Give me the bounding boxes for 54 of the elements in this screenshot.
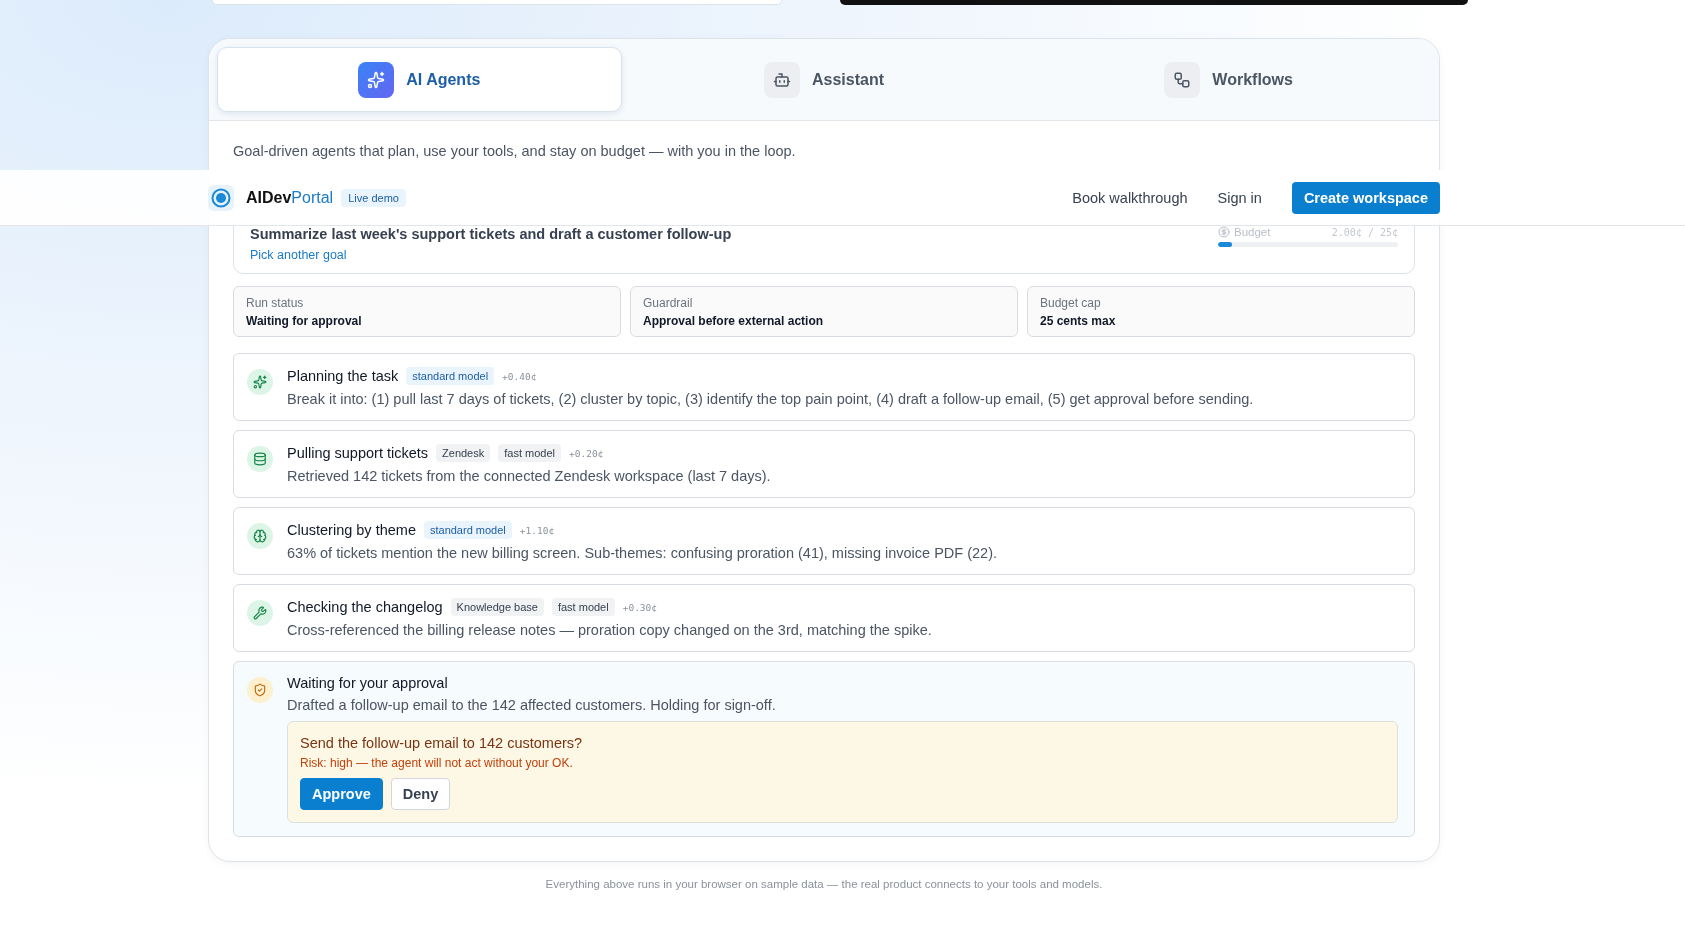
step-tag: fast model bbox=[498, 444, 561, 462]
coin-icon bbox=[1218, 226, 1230, 238]
step-text: Drafted a follow-up email to the 142 affected customers. Holding for sign-off. bbox=[287, 697, 777, 713]
tab[interactable]: AI Agents bbox=[217, 47, 622, 112]
tab[interactable]: Workflows bbox=[1026, 47, 1431, 112]
step-tag: standard model bbox=[406, 367, 495, 385]
budget-value: 2.00¢ / 25¢ bbox=[1331, 226, 1398, 238]
step-tag: Knowledge base bbox=[450, 598, 544, 616]
step-title: Clustering by theme bbox=[287, 522, 416, 538]
status-value: Waiting for approval bbox=[246, 314, 363, 328]
wrench-icon bbox=[247, 600, 273, 626]
status-label: Guardrail bbox=[643, 296, 694, 310]
step-text: Cross-referenced the billing release notes — proration copy changed on the 3rd, matching the spike. bbox=[287, 622, 933, 638]
footer-note: Everything above runs in your browser on sample data — the real product connects to your tools and models. bbox=[544, 878, 1104, 890]
description: Goal-driven agents that plan, use your tools, and stay on budget — with you in the loop. bbox=[233, 143, 797, 159]
shield-check-icon bbox=[247, 677, 273, 703]
database-icon bbox=[247, 446, 273, 472]
step-tag: Zendesk bbox=[436, 444, 491, 462]
status-label: Run status bbox=[246, 296, 305, 310]
robot-icon bbox=[763, 61, 800, 98]
sparkle-icon bbox=[247, 369, 273, 395]
step-tag: standard model bbox=[423, 521, 512, 539]
pick-goal-link[interactable]: Pick another goal bbox=[250, 248, 347, 262]
step-title: Pulling support tickets bbox=[287, 445, 429, 461]
approve-button[interactable]: Approve bbox=[300, 778, 383, 810]
step-cost: +0.20¢ bbox=[569, 447, 604, 459]
status-value: 25 cents max bbox=[1040, 314, 1117, 328]
status-label: Budget cap bbox=[1040, 296, 1102, 310]
step-text: Retrieved 142 tickets from the connected Zendesk workspace (last 7 days). bbox=[287, 468, 772, 484]
risk-note: Risk: high — the agent will not act without your OK. bbox=[300, 756, 574, 770]
deny-button[interactable]: Deny bbox=[390, 778, 451, 810]
logo-icon bbox=[208, 184, 234, 211]
step-text: Break it into: (1) pull last 7 days of tickets, (2) cluster by topic, (3) identify the top pain point, (4) draft a follow-up email, (5) get approval before sending. bbox=[287, 391, 1255, 407]
sparkle-icon bbox=[358, 61, 395, 98]
nav-link[interactable]: Book walkthrough bbox=[1072, 189, 1188, 206]
step-cost: +0.40¢ bbox=[502, 370, 537, 382]
step-tag: fast model bbox=[551, 598, 615, 616]
step-title: Planning the task bbox=[287, 368, 399, 384]
step-cost: +1.10¢ bbox=[519, 524, 555, 536]
live-demo-badge: Live demo bbox=[341, 188, 406, 207]
approval-question: Send the follow-up email to 142 customers? bbox=[300, 735, 584, 751]
brain-icon bbox=[247, 523, 273, 549]
status-value: Approval before external action bbox=[643, 314, 825, 328]
nav-link[interactable]: Sign in bbox=[1217, 189, 1262, 206]
goal-text: Summarize last week's support tickets and draft a customer follow-up bbox=[250, 226, 732, 242]
step-title: Waiting for your approval bbox=[287, 675, 448, 691]
brand-name: AIDevPortal bbox=[246, 188, 334, 207]
create-workspace-button[interactable]: Create workspace bbox=[1291, 181, 1440, 214]
step-cost: +0.30¢ bbox=[622, 601, 657, 613]
workflow-icon bbox=[1164, 61, 1201, 98]
budget-label: Budget bbox=[1234, 226, 1271, 238]
step-text: 63% of tickets mention the new billing screen. Sub-themes: confusing proration (41), missing invoice PDF (22). bbox=[287, 545, 999, 561]
tab[interactable]: Assistant bbox=[621, 47, 1027, 112]
step-title: Checking the changelog bbox=[287, 599, 443, 615]
